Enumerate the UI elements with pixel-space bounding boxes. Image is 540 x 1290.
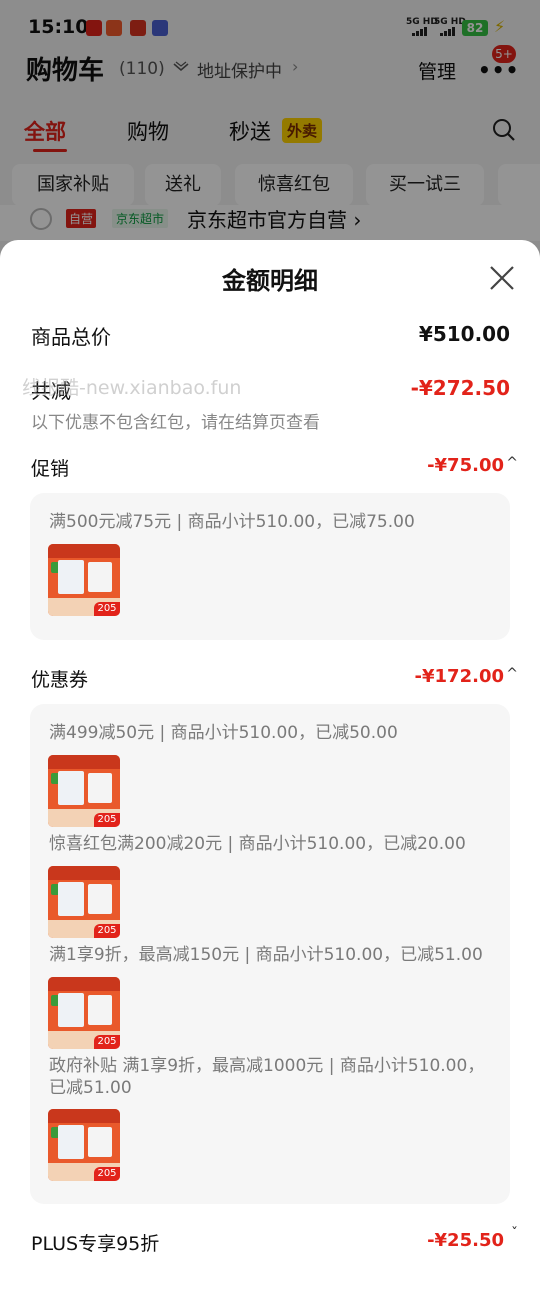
promo-value[interactable]: -¥75.00 xyxy=(427,455,504,476)
product-thumbnail[interactable]: 205 xyxy=(48,544,120,616)
watermark: 线报酷-new.xianbao.fun xyxy=(22,377,242,399)
promo-label: 促销 xyxy=(31,458,70,480)
product-thumbnail[interactable]: 205 xyxy=(48,866,120,938)
thumb-price: 205 xyxy=(94,924,120,938)
product-thumbnail[interactable]: 205 xyxy=(48,755,120,827)
total-price-label: 商品总价 xyxy=(31,325,111,349)
promo-rule-text: 满500元减75元 | 商品小计510.00，已减75.00 xyxy=(49,512,415,532)
thumb-price: 205 xyxy=(94,602,120,616)
product-thumbnail[interactable]: 205 xyxy=(48,1109,120,1181)
thumb-price: 205 xyxy=(94,1167,120,1181)
amount-detail-sheet: 金额明细 商品总价 ¥510.00 共减 -¥272.50 线报酷-new.xi… xyxy=(0,240,540,1290)
promo-detail-box: 满500元减75元 | 商品小计510.00，已减75.00 205 xyxy=(30,493,510,640)
chevron-down-icon[interactable]: ˇ xyxy=(511,1226,518,1242)
coupon-label: 优惠券 xyxy=(31,669,89,691)
sheet-title: 金额明细 xyxy=(222,267,318,295)
coupon-value[interactable]: -¥172.00 xyxy=(415,666,504,687)
coupon-detail-box: 满499减50元 | 商品小计510.00，已减50.00 205 惊喜红包满2… xyxy=(30,704,510,1204)
coupon-rule-text: 惊喜红包满200减20元 | 商品小计510.00，已减20.00 xyxy=(49,834,466,854)
chevron-up-icon[interactable]: ^ xyxy=(506,455,518,471)
plus-discount-label: PLUS专享95折 xyxy=(31,1233,160,1255)
thumb-price: 205 xyxy=(94,813,120,827)
coupon-rule-text: 满499减50元 | 商品小计510.00，已减50.00 xyxy=(49,723,398,743)
total-reduce-value: -¥272.50 xyxy=(410,376,510,400)
coupon-rule-text: 政府补贴 满1享9折，最高减1000元 | 商品小计510.00， xyxy=(49,1056,485,1076)
coupon-rule-text-cont: 已减51.00 xyxy=(49,1078,132,1098)
coupon-rule-text: 满1享9折，最高减150元 | 商品小计510.00，已减51.00 xyxy=(49,945,483,965)
product-thumbnail[interactable]: 205 xyxy=(48,977,120,1049)
chevron-up-icon[interactable]: ^ xyxy=(506,666,518,682)
discount-note: 以下优惠不包含红包，请在结算页查看 xyxy=(31,413,320,433)
close-icon[interactable] xyxy=(488,264,516,292)
plus-discount-value[interactable]: -¥25.50 xyxy=(427,1230,504,1251)
total-price-value: ¥510.00 xyxy=(418,322,510,346)
thumb-price: 205 xyxy=(94,1035,120,1049)
